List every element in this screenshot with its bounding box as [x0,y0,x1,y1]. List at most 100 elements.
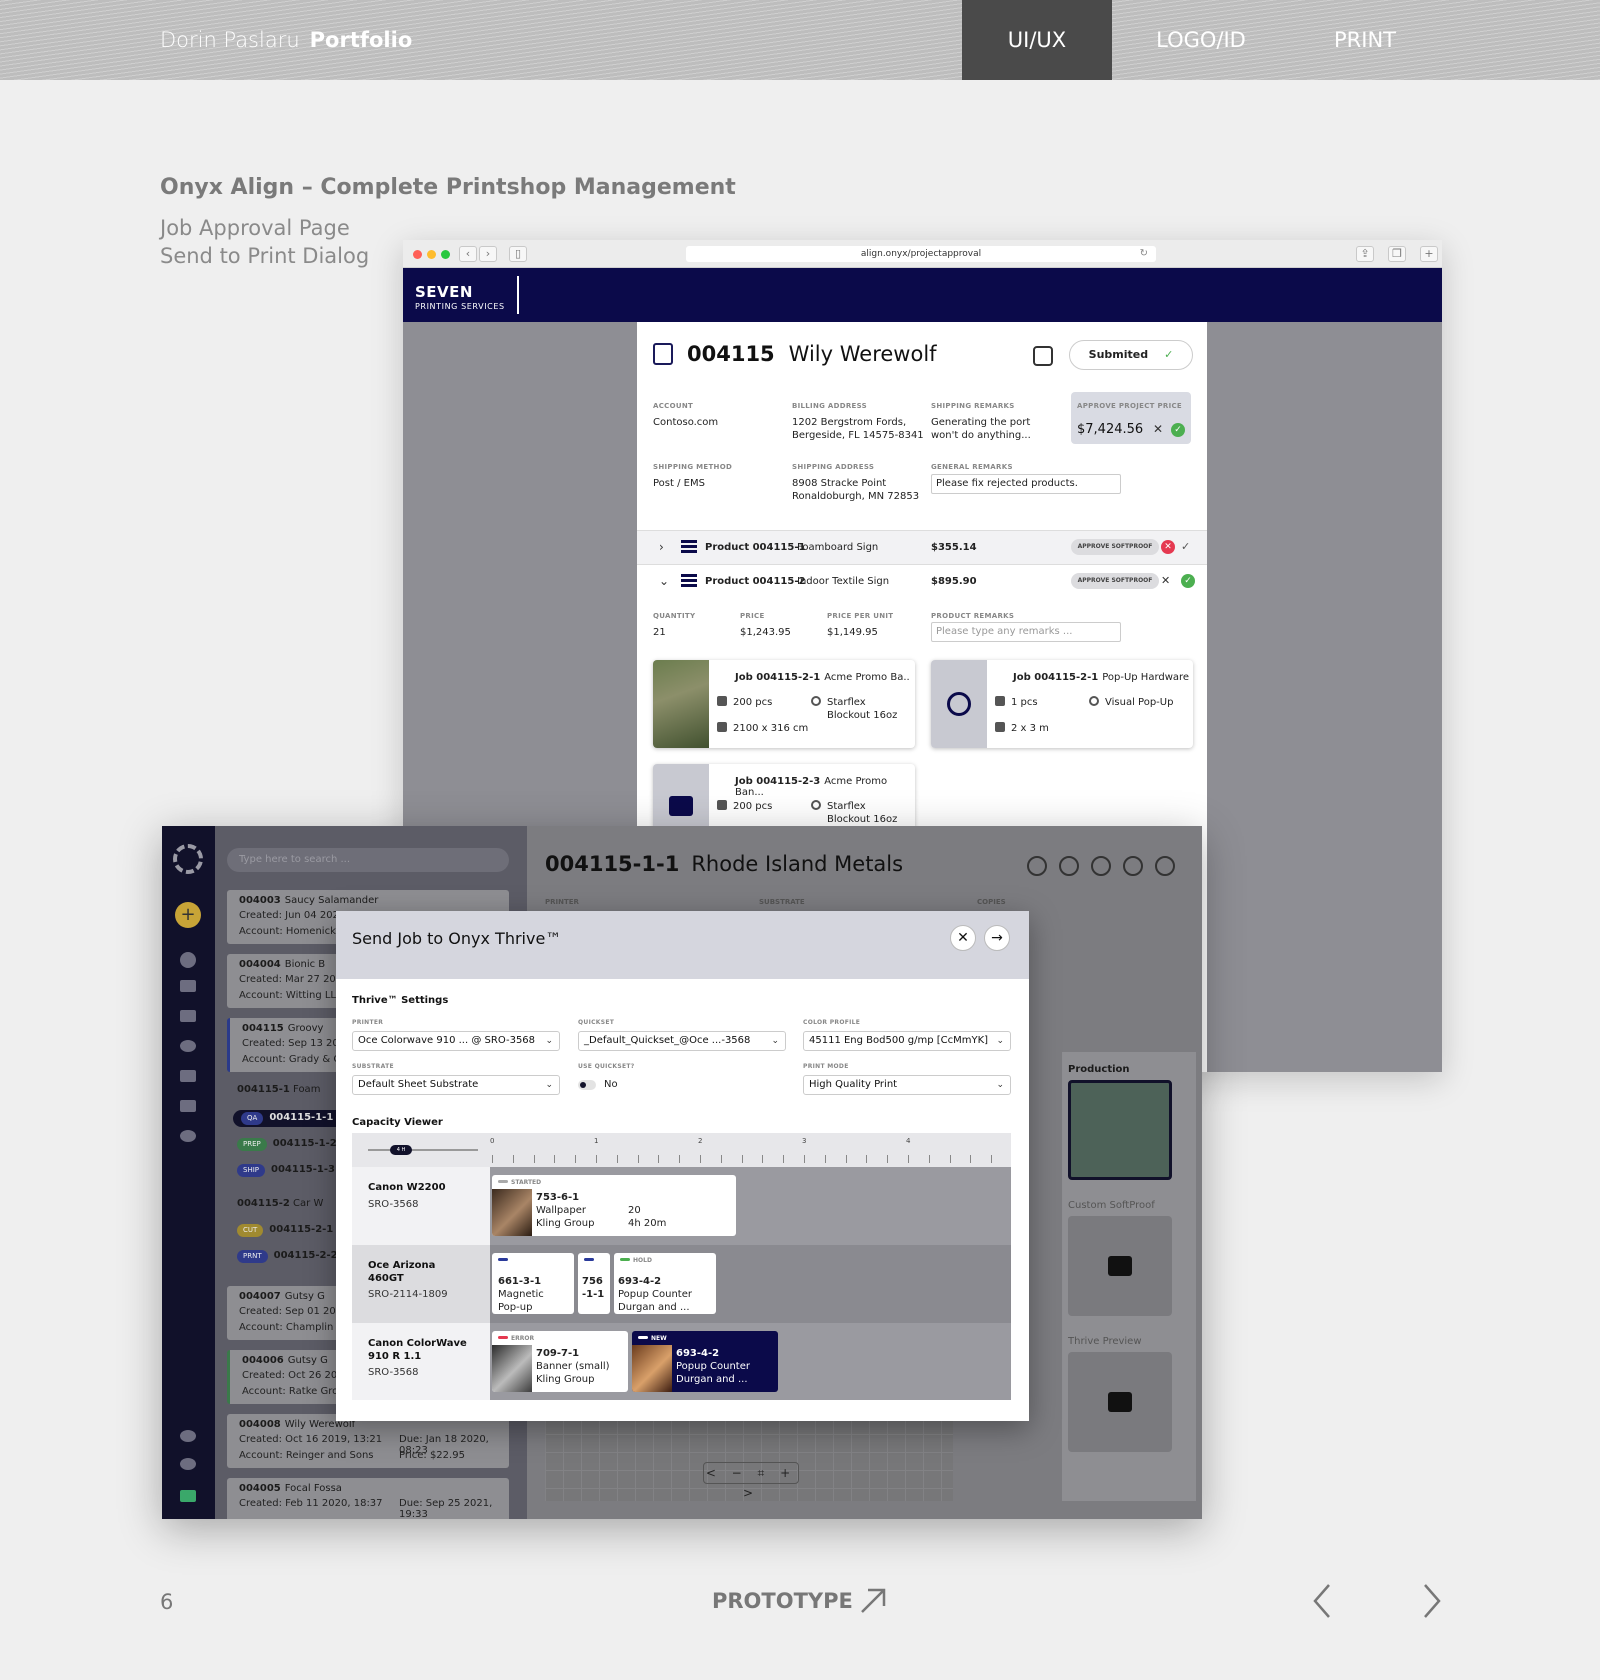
onyx-logo-icon[interactable] [173,844,203,874]
product-remarks-input[interactable]: Please type any remarks ... [931,622,1121,642]
job-line: Kling Group [536,1374,595,1385]
nav-logo-id[interactable]: LOGO/ID [1112,0,1290,80]
printer-icon[interactable] [180,1070,196,1082]
job-item[interactable]: PRNT004115-2-2 V [237,1250,348,1263]
zoom-controls[interactable]: < − ⌗ + > [703,1462,799,1500]
list-icon[interactable] [180,1010,196,1022]
close-dot[interactable] [413,250,422,259]
chevron-down-icon[interactable]: ⌄ [659,574,669,588]
forward-icon[interactable]: › [479,246,497,262]
print-icon[interactable] [1059,856,1079,876]
printer-lane: STARTED 753-6-1 Wallpaper Kling Group 20 4h… [490,1167,1011,1245]
substrate-select[interactable]: Default Sheet Substrate ⌄ [352,1075,560,1095]
clock-icon[interactable] [180,1040,196,1052]
more-icon[interactable] [1155,856,1175,876]
product-row[interactable]: › Product 004115-1 Foamboard Sign $355.1… [637,530,1207,564]
list-item-account: Account: Homenick [239,926,336,937]
product-item[interactable]: 004115-2 Car W [237,1198,323,1209]
zoom-slider-knob[interactable]: 4 H [390,1145,412,1155]
site-brand[interactable]: Dorin Paslaru Portfolio [160,28,412,52]
portfolio-label: Portfolio [309,28,413,52]
send-icon[interactable] [1091,856,1111,876]
quickset-select[interactable]: _Default_Quickset_@Oce ...-3568 ⌄ [578,1031,786,1051]
gear-icon[interactable] [180,1130,196,1142]
approve-icon[interactable]: ✓ [1181,540,1190,553]
next-icon[interactable] [1417,1582,1447,1620]
job-block[interactable]: ERROR 709-7-1 Banner (small) Kling Group [492,1331,628,1392]
zoom-slider[interactable]: 4 H [368,1145,478,1155]
chart-icon[interactable] [180,1100,196,1112]
job-id: 756 [582,1276,603,1287]
approve-price-icon[interactable]: ✓ [1171,423,1185,437]
user-icon[interactable] [180,1458,196,1470]
job-item-selected[interactable]: QA004115-1-1 R [233,1110,353,1127]
color-profile-select[interactable]: 45111 Eng Bod500 g/mp [CcMmYK] ⌄ [803,1031,1011,1051]
search-input[interactable]: Type here to search ... [227,848,509,872]
tabs-icon[interactable]: ❐ [1388,246,1406,262]
production-preview[interactable] [1068,1080,1172,1180]
job-item[interactable]: SHIP004115-1-3 S [237,1164,345,1177]
reject-price-icon[interactable]: ✕ [1153,422,1163,436]
job-block[interactable]: STARTED 753-6-1 Wallpaper Kling Group 20 4h… [492,1175,736,1236]
job-text: 661-3-1 Magnetic Pop-up [498,1275,544,1314]
list-item-name: Groovy [287,1023,324,1034]
nav-uiux[interactable]: UI/UX [962,0,1112,80]
reload-icon[interactable]: ↻ [1140,246,1148,262]
job-item[interactable]: PREP004115-1-2 C [237,1138,347,1151]
product-name: Product 004115-1 [705,542,806,553]
new-tab-icon[interactable]: + [1420,246,1438,262]
reject-icon[interactable]: ✕ [1161,574,1170,587]
thrive-preview[interactable] [1068,1352,1172,1452]
job-card[interactable]: Job 004115-2-1 Pop-Up Hardware 1 pcs Visu… [931,660,1193,748]
chevron-right-icon[interactable]: › [659,540,664,554]
job-block[interactable]: NEW 693-4-2 Popup Counter Durgan and ... [632,1331,778,1392]
close-icon[interactable]: ✕ [950,925,976,951]
print-mode-select[interactable]: High Quality Print ⌄ [803,1075,1011,1095]
maximize-dot[interactable] [441,250,450,259]
status-badge[interactable]: Submited ✓ [1069,340,1193,370]
nav-print[interactable]: PRINT [1290,0,1440,80]
bell-icon[interactable] [180,1430,196,1442]
job-block[interactable]: HOLD 693-4-2 Popup Counter Durgan and ... [614,1253,716,1314]
list-item[interactable]: 004008 Wily Werewolf Created: Oct 16 2019… [227,1414,509,1468]
job-card[interactable]: Job 004115-2-1 Acme Promo Ba.. 200 pcs St… [653,660,915,748]
job-item[interactable]: CUT004115-2-1 M [237,1224,345,1237]
job-status-text: STARTED [511,1179,542,1186]
arrow-right-icon[interactable]: → [984,925,1010,951]
use-quickset-toggle[interactable] [578,1080,596,1090]
custom-softproof-preview[interactable] [1068,1216,1172,1316]
site-header: Dorin Paslaru Portfolio UI/UX LOGO/ID PRI… [0,0,1600,80]
product-row[interactable]: ⌄ Product 004115-2 Indoor Textile Sign $… [637,564,1207,598]
job-block[interactable]: 661-3-1 Magnetic Pop-up [492,1253,574,1314]
trash-icon[interactable] [1123,856,1143,876]
account-label: ACCOUNT [653,402,694,410]
back-icon[interactable]: ‹ [459,246,477,262]
minimize-dot[interactable] [427,250,436,259]
list-item[interactable]: 004005 Focal Fossa Created: Feb 11 2020, … [227,1478,509,1519]
stack-icon [681,574,697,588]
status-icon[interactable] [180,1490,196,1502]
sidebar-icon[interactable]: ▯ [509,246,527,262]
tick-mark [492,1155,493,1163]
jobs-icon[interactable] [180,952,196,968]
job-block[interactable]: 756 -1-1 [578,1253,610,1314]
users-icon[interactable] [180,980,196,992]
product-item[interactable]: 004115-1 Foam [237,1084,320,1095]
job-thumbnail [931,660,987,748]
address-bar[interactable]: align.onyx/projectapproval ↻ [686,246,1156,262]
external-link-icon[interactable] [858,1586,888,1616]
previous-icon[interactable] [1307,1582,1337,1620]
rejected-icon[interactable]: ✕ [1161,540,1175,554]
general-remarks-input[interactable]: Please fix rejected products. [931,474,1121,494]
seven-logo[interactable]: SEVEN PRINTING SERVICES [415,283,505,311]
media-line: Starflex [827,801,866,812]
printer-select[interactable]: Oce Colorwave 910 ... @ SRO-3568 ⌄ [352,1031,560,1051]
share-icon[interactable]: ⇪ [1356,246,1374,262]
add-icon[interactable]: + [175,902,201,928]
print-icon[interactable] [1033,346,1053,366]
tick-mark [991,1155,993,1163]
approved-icon[interactable]: ✓ [1181,574,1195,588]
upload-icon[interactable] [1027,856,1047,876]
substrate-label: SUBSTRATE [352,1063,394,1070]
prototype-link[interactable]: PROTOTYPE [712,1589,853,1613]
